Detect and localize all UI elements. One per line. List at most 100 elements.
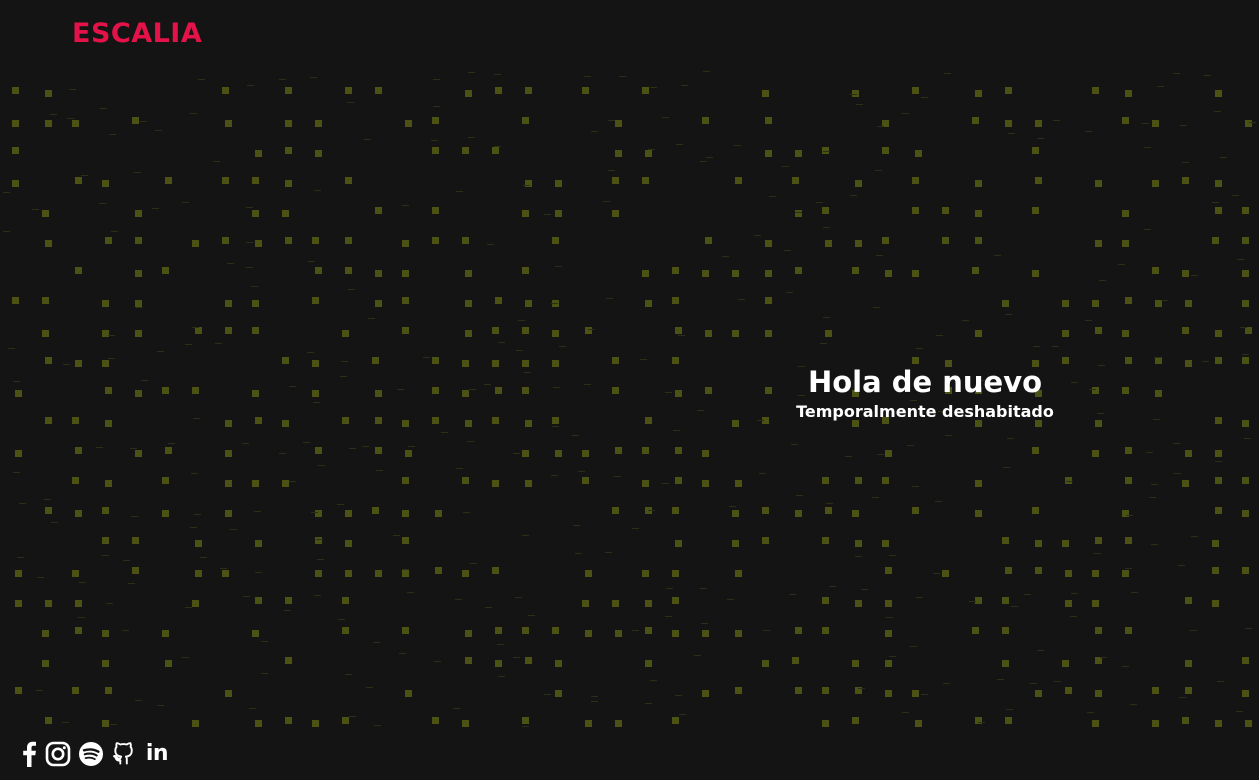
instagram-icon: [45, 741, 71, 767]
background-dash: [19, 503, 26, 504]
background-dot: [375, 417, 382, 424]
background-dot: [975, 597, 982, 604]
background-dash: [1237, 259, 1244, 260]
background-dot: [102, 330, 109, 337]
background-dot: [795, 627, 802, 634]
background-dash: [62, 722, 69, 723]
background-dot: [702, 480, 709, 487]
background-dot: [1005, 567, 1012, 574]
background-dot: [765, 330, 772, 337]
background-dash: [1024, 594, 1031, 595]
background-dot: [522, 267, 529, 274]
background-dash: [255, 572, 262, 573]
background-dash: [193, 418, 200, 419]
background-dot: [222, 177, 229, 184]
background-dash: [606, 298, 613, 299]
background-dot: [135, 390, 142, 397]
background-dot: [375, 270, 382, 277]
background-dash: [665, 392, 672, 393]
background-dash: [1070, 616, 1077, 617]
background-dot: [975, 510, 982, 517]
background-dot: [975, 180, 982, 187]
background-dash: [469, 389, 476, 390]
instagram-link[interactable]: [45, 740, 71, 768]
background-dot: [702, 690, 709, 697]
background-dash: [700, 161, 707, 162]
background-dash: [573, 525, 580, 526]
background-dot: [615, 447, 622, 454]
background-dot: [912, 87, 919, 94]
background-dash: [487, 244, 494, 245]
github-link[interactable]: [111, 740, 137, 768]
background-dot: [105, 687, 112, 694]
background-dot: [672, 570, 679, 577]
background-dot: [1182, 327, 1189, 334]
background-dot: [225, 690, 232, 697]
background-dash: [786, 292, 793, 293]
linkedin-link[interactable]: in: [144, 740, 170, 768]
background-dot: [822, 147, 829, 154]
background-dot: [372, 357, 379, 364]
background-dot: [675, 477, 682, 484]
background-dash: [310, 77, 317, 78]
background-dash: [907, 445, 914, 446]
background-dash: [246, 242, 253, 243]
background-dash: [1005, 314, 1012, 315]
background-dash: [1153, 419, 1160, 420]
background-dot: [885, 630, 892, 637]
background-dot: [102, 660, 109, 667]
background-dot: [465, 270, 472, 277]
background-dash: [13, 472, 20, 473]
background-dot: [1032, 147, 1039, 154]
background-dash: [1144, 229, 1151, 230]
background-dot: [555, 210, 562, 217]
background-dot: [12, 87, 19, 94]
background-dot: [162, 630, 169, 637]
spotify-link[interactable]: [78, 740, 104, 768]
background-dot: [705, 237, 712, 244]
background-dash: [886, 617, 893, 618]
brand-logo-link[interactable]: ESCALIA: [72, 18, 202, 49]
background-dash: [200, 557, 207, 558]
background-dash: [338, 619, 345, 620]
background-dash: [128, 583, 135, 584]
background-dash: [829, 586, 836, 587]
background-dot: [75, 360, 82, 367]
background-dash: [467, 441, 474, 442]
background-dash: [676, 144, 683, 145]
background-dash: [32, 209, 39, 210]
background-dot: [225, 420, 232, 427]
background-dash: [1204, 75, 1211, 76]
background-dot: [315, 537, 322, 544]
background-dot: [525, 420, 532, 427]
background-dot: [1002, 660, 1009, 667]
background-dash: [1151, 484, 1158, 485]
background-dash: [945, 435, 952, 436]
background-dot: [642, 87, 649, 94]
background-dash: [44, 499, 51, 500]
background-dot: [1032, 207, 1039, 214]
background-dot: [645, 660, 652, 667]
background-dash: [362, 446, 369, 447]
facebook-link[interactable]: [20, 740, 38, 768]
background-dot: [402, 477, 409, 484]
background-dot: [345, 540, 352, 547]
background-dot: [1005, 87, 1012, 94]
background-dash: [858, 688, 865, 689]
background-dash: [877, 126, 884, 127]
background-dash: [1240, 327, 1247, 328]
background-dot: [1242, 420, 1249, 427]
background-dot: [1242, 690, 1249, 697]
background-dot: [582, 450, 589, 457]
background-dash: [1007, 438, 1014, 439]
background-dash: [345, 674, 352, 675]
background-dot: [1185, 597, 1192, 604]
background-dot: [225, 450, 232, 457]
background-dot: [135, 330, 142, 337]
background-dot: [642, 480, 649, 487]
background-dash: [213, 161, 220, 162]
background-dash: [399, 653, 406, 654]
background-dot: [495, 387, 502, 394]
background-dash: [703, 71, 710, 72]
background-dot: [1122, 387, 1129, 394]
